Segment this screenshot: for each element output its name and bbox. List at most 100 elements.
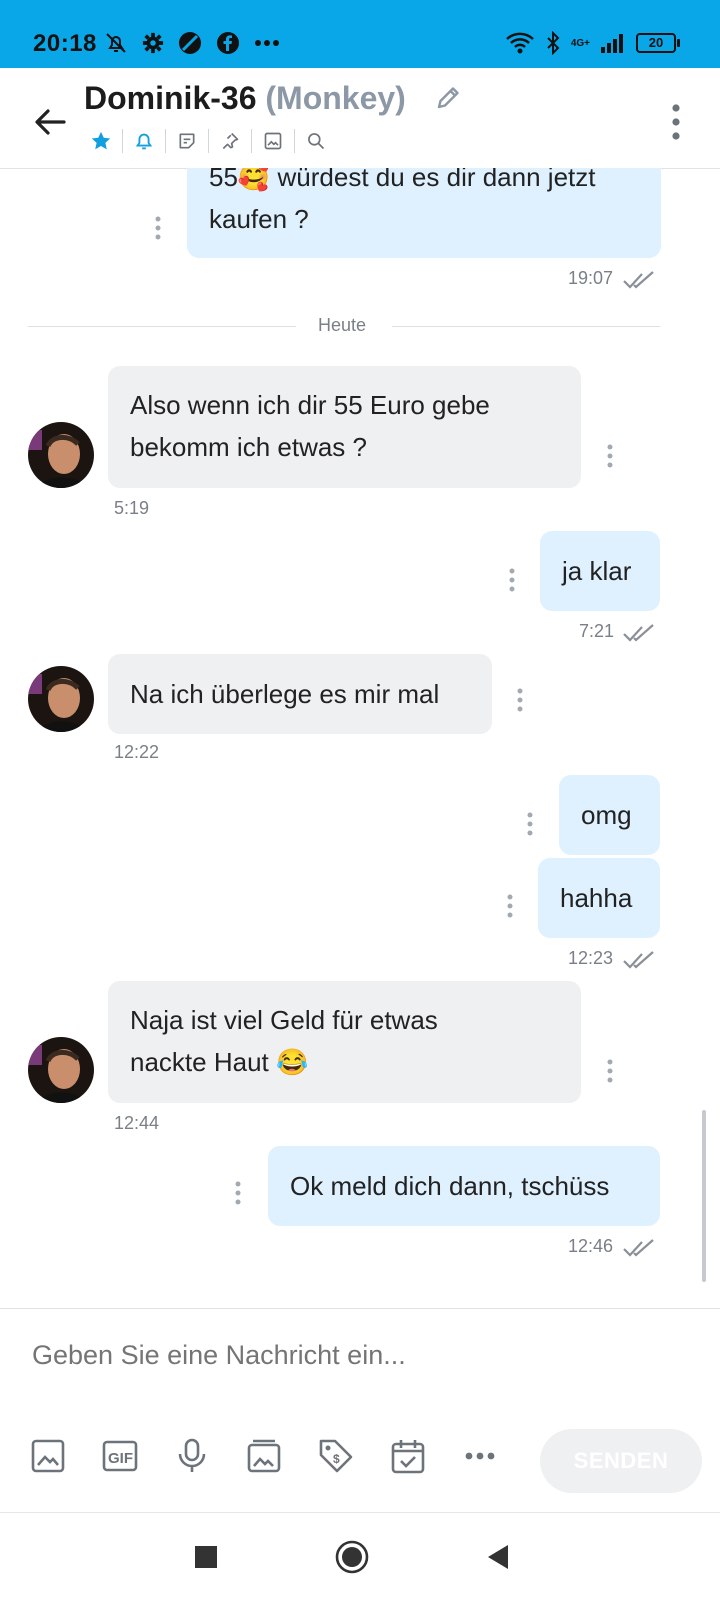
contact-nickname: (Monkey) <box>265 80 406 116</box>
media-button[interactable] <box>256 126 290 156</box>
svg-text:$: $ <box>333 1452 340 1466</box>
message-options-icon[interactable] <box>154 215 162 241</box>
message-options-icon[interactable] <box>526 811 534 837</box>
gif-button[interactable]: GIF <box>102 1436 138 1476</box>
contact-name: Dominik-36 <box>84 80 257 116</box>
message-options-icon[interactable] <box>516 687 524 713</box>
message-bubble-outgoing[interactable]: omg <box>559 775 660 855</box>
svg-text:GIF: GIF <box>108 1450 133 1467</box>
message-options-icon[interactable] <box>506 893 514 919</box>
scrollbar[interactable] <box>702 1110 706 1282</box>
pin-icon <box>222 132 239 150</box>
message-input[interactable] <box>30 1339 634 1372</box>
message-text: kaufen ? <box>209 204 309 234</box>
message-text: 55🥰 würdest du es dir dann jetzt <box>209 168 596 192</box>
bell-off-icon <box>106 33 126 53</box>
chat-header: Dominik-36 (Monkey) <box>0 68 720 169</box>
message-time: 12:22 <box>114 742 160 762</box>
message-text: Naja ist viel Geld für etwas <box>130 1005 438 1035</box>
message-text: ja klar <box>562 556 632 586</box>
attach-image-button[interactable] <box>30 1436 66 1476</box>
message-options-icon[interactable] <box>234 1180 242 1206</box>
message-time: 7:21 <box>579 621 615 641</box>
message-options-icon[interactable] <box>606 1058 614 1084</box>
message-time: 12:46 <box>568 1236 614 1256</box>
message-bubble-outgoing[interactable]: ja klar <box>540 531 660 611</box>
message-bubble-outgoing[interactable]: hahha <box>538 858 660 938</box>
send-button[interactable]: SENDEN <box>540 1429 702 1493</box>
message-time: 12:23 <box>568 948 614 968</box>
message-list[interactable]: 55🥰 würdest du es dir dann jetzt kaufen … <box>0 168 720 1308</box>
voice-button[interactable] <box>174 1436 210 1476</box>
facebook-icon <box>217 32 239 54</box>
calendar-check-icon <box>391 1440 425 1474</box>
wifi-icon <box>505 32 534 54</box>
message-text: Also wenn ich dir 55 Euro gebe <box>130 390 490 420</box>
message-bubble-outgoing[interactable]: 55🥰 würdest du es dir dann jetzt kaufen … <box>187 168 661 258</box>
more-notifications-icon <box>255 40 279 46</box>
search-button[interactable] <box>299 126 333 156</box>
message-text: hahha <box>560 883 633 913</box>
chat-toolbar <box>84 126 333 156</box>
read-receipt-icon <box>623 271 654 289</box>
app-circle-icon <box>179 32 201 54</box>
gallery-button[interactable] <box>246 1436 282 1476</box>
contact-avatar[interactable] <box>28 1037 94 1103</box>
network-type: 4G+ <box>570 37 590 49</box>
pin-button[interactable] <box>213 126 247 156</box>
back-button[interactable] <box>474 1533 522 1581</box>
image-icon <box>31 1439 65 1473</box>
image-icon <box>264 132 282 150</box>
message-text: bekomm ich etwas ? <box>130 432 367 462</box>
message-text: Na ich überlege es mir mal <box>130 679 440 709</box>
message-options-icon[interactable] <box>508 567 516 593</box>
more-icon <box>465 1452 495 1460</box>
read-receipt-icon <box>623 1239 654 1257</box>
message-time: 19:07 <box>568 268 614 288</box>
contact-avatar[interactable] <box>28 422 94 488</box>
triangle-back-icon <box>488 1545 508 1569</box>
signal-icon <box>601 34 623 53</box>
read-receipt-icon <box>623 951 654 969</box>
sticker-icon <box>179 133 195 149</box>
price-tag-button[interactable]: $ <box>318 1436 354 1476</box>
message-bubble-incoming[interactable]: Na ich überlege es mir mal <box>108 654 492 734</box>
notifications-button[interactable] <box>127 126 161 156</box>
price-tag-icon: $ <box>319 1439 353 1473</box>
message-bubble-outgoing[interactable]: Ok meld dich dann, tschüss <box>268 1146 660 1226</box>
back-arrow-icon[interactable] <box>30 102 70 142</box>
contact-title[interactable]: Dominik-36 (Monkey) <box>84 80 406 117</box>
bell-icon <box>135 133 153 150</box>
date-divider-line <box>392 326 660 327</box>
status-notification-icons <box>104 30 280 56</box>
status-system-icons: 4G+ 20 <box>505 30 680 56</box>
star-icon <box>91 131 111 150</box>
favorite-button[interactable] <box>84 126 118 156</box>
recents-button[interactable] <box>182 1533 230 1581</box>
schedule-button[interactable] <box>390 1436 426 1476</box>
message-time: 12:44 <box>114 1113 160 1133</box>
read-receipt-icon <box>623 624 654 642</box>
message-text: omg <box>581 800 632 830</box>
square-icon <box>195 1546 217 1568</box>
message-text: Ok meld dich dann, tschüss <box>290 1171 610 1201</box>
message-bubble-incoming[interactable]: Naja ist viel Geld für etwas nackte Haut… <box>108 981 581 1103</box>
message-time: 5:19 <box>114 498 150 518</box>
status-bar: 20:18 4G+ 20 <box>0 0 720 68</box>
battery-indicator: 20 <box>636 33 680 53</box>
contact-avatar[interactable] <box>28 666 94 732</box>
message-options-icon[interactable] <box>606 443 614 469</box>
more-options-button[interactable] <box>462 1436 498 1476</box>
status-time: 20:18 <box>33 30 97 57</box>
date-divider-line <box>28 326 296 327</box>
message-bubble-incoming[interactable]: Also wenn ich dir 55 Euro gebe bekomm ic… <box>108 366 581 488</box>
date-divider-label: Heute <box>318 315 367 335</box>
settings-icon <box>142 32 164 54</box>
sticker-button[interactable] <box>170 126 204 156</box>
home-button[interactable] <box>328 1533 376 1581</box>
microphone-icon <box>178 1438 206 1472</box>
gallery-icon <box>247 1439 281 1473</box>
kebab-menu-icon[interactable] <box>670 102 682 142</box>
pencil-icon[interactable] <box>434 84 462 112</box>
home-circle-icon <box>335 1540 369 1574</box>
